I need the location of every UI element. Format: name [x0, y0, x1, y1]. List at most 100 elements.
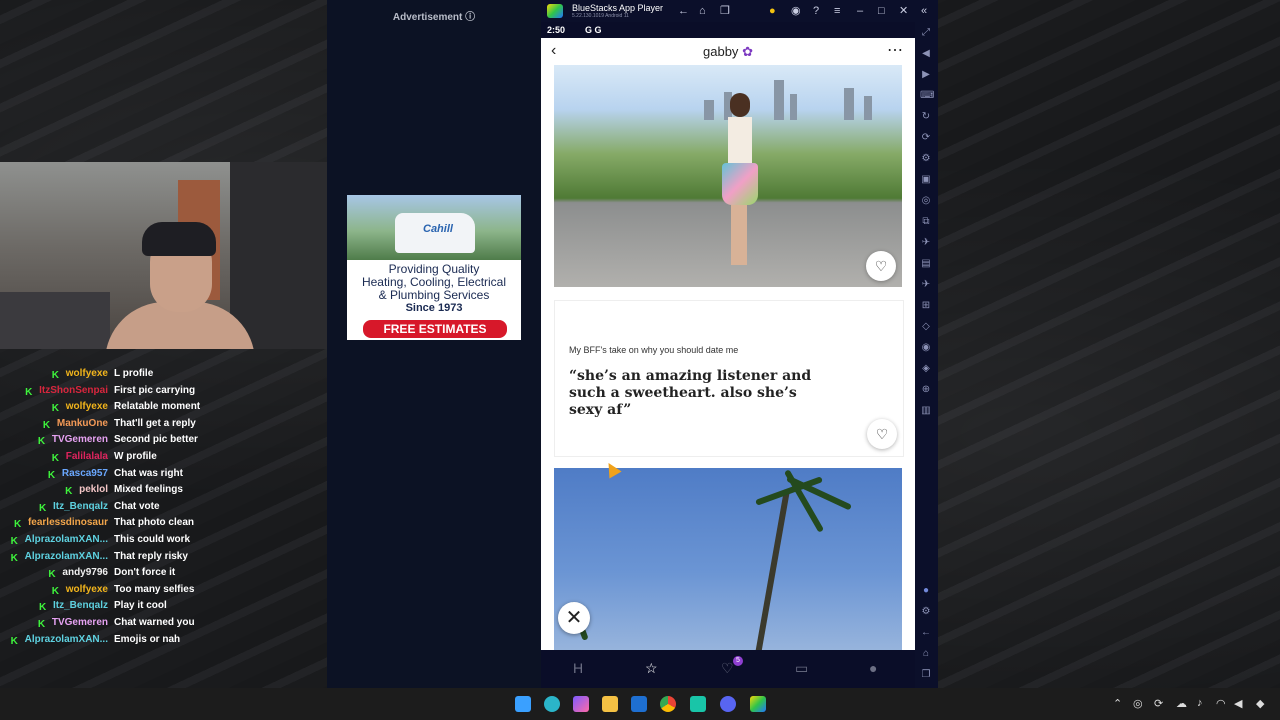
chat-username[interactable]: AlprazolamXAN...: [25, 534, 108, 545]
terminal-icon[interactable]: [690, 696, 706, 712]
chat-message: Kfearlessdinosaur That photo clean: [0, 517, 330, 534]
standouts-star-icon[interactable]: ☆: [645, 660, 658, 677]
chat-message: K TVGemeren Second pic better: [0, 434, 330, 451]
bluestacks-sidebar: ⤢ ◀ ▶ ⌨ ↻ ⟳ ⚙ ▣ ◎ ⧉ ✈ ▤ ✈ ⊞ ◇ ◉ ◈ ⊕ ▥ ● …: [915, 22, 938, 688]
status-icons: G G: [585, 25, 602, 35]
close-icon[interactable]: ✕: [899, 5, 908, 17]
like-prompt-button[interactable]: ♡: [867, 419, 897, 449]
chat-username[interactable]: MankuOne: [57, 418, 108, 429]
android-recents-icon[interactable]: ❐: [920, 669, 932, 681]
chat-message: K AlprazolamXAN... This could work: [0, 534, 330, 551]
coins-icon[interactable]: ●: [769, 5, 776, 17]
tray-cloud-icon[interactable]: ☁: [1176, 697, 1187, 710]
chat-username[interactable]: wolfyexe: [66, 368, 108, 379]
controls-icon[interactable]: ⊕: [920, 384, 932, 396]
chat-message: Kpeklol Mixed feelings: [0, 484, 330, 501]
tray-sync-icon[interactable]: ⟳: [1154, 697, 1163, 710]
back-icon[interactable]: ←: [678, 5, 689, 17]
volume-icon[interactable]: ◀: [920, 48, 932, 60]
messages-icon[interactable]: ▭: [795, 660, 808, 677]
profile-name: gabby ✿: [703, 44, 753, 59]
wifi-icon[interactable]: ◠: [1216, 697, 1226, 710]
bluestacks-taskbar-icon[interactable]: [750, 696, 766, 712]
resize-icon[interactable]: ⊞: [920, 300, 932, 312]
chat-username[interactable]: ItzShonSenpai: [39, 385, 108, 396]
chat-text: Mixed feelings: [114, 484, 183, 496]
info-icon[interactable]: ⓘ: [465, 12, 475, 23]
chat-badge-icon: K: [38, 602, 47, 614]
chat-text: Relatable moment: [114, 401, 201, 413]
profile-avatar-icon[interactable]: ●: [869, 660, 877, 676]
chat-username[interactable]: wolfyexe: [66, 401, 108, 412]
discord-taskbar-icon[interactable]: [720, 696, 736, 712]
chat-message: Kandy9796 Don't force it: [0, 567, 330, 584]
discord-icon[interactable]: ●: [920, 585, 932, 597]
chat-badge-icon: K: [38, 502, 47, 514]
likes-heart-icon[interactable]: ♡: [721, 660, 734, 677]
settings-icon[interactable]: ⚙: [920, 606, 932, 618]
sidebar-panel-icon[interactable]: ▥: [920, 405, 932, 417]
multi-instance-icon[interactable]: ❐: [720, 5, 730, 17]
likes-count-badge: 5: [733, 656, 743, 666]
chat-text: That reply risky: [114, 550, 188, 562]
tray-app-icon[interactable]: ◎: [1133, 697, 1143, 710]
collapse-sidebar-icon[interactable]: «: [921, 5, 927, 17]
chat-username[interactable]: peklol: [79, 484, 108, 495]
keyboard-icon[interactable]: ⌨: [920, 90, 934, 102]
hinge-logo-icon[interactable]: H: [573, 660, 583, 676]
chat-username[interactable]: Falilalala: [66, 451, 108, 462]
chat-text: This could work: [114, 533, 191, 545]
chat-username[interactable]: TVGemeren: [52, 434, 108, 445]
chat-username[interactable]: Itz_Benqalz: [53, 600, 108, 611]
erase-icon[interactable]: ◇: [920, 321, 932, 333]
tray-chevron-icon[interactable]: ⌃: [1113, 697, 1122, 710]
folder-icon[interactable]: ▤: [920, 258, 932, 270]
home-icon[interactable]: ⌂: [699, 5, 706, 17]
screenshot-icon[interactable]: ▣: [920, 174, 932, 186]
layers-icon[interactable]: ◈: [920, 363, 932, 375]
minimize-icon[interactable]: –: [857, 5, 863, 17]
maximize-icon[interactable]: □: [878, 5, 885, 17]
ad-banner[interactable]: Cahill Providing Quality Heating, Coolin…: [347, 195, 521, 340]
free-estimates-button[interactable]: FREE ESTIMATES: [363, 320, 507, 338]
android-home-icon[interactable]: ⌂: [920, 648, 932, 660]
more-options-icon[interactable]: ⋯: [887, 40, 903, 60]
like-photo-button[interactable]: ♡: [866, 251, 896, 281]
macro-icon[interactable]: ⚙: [920, 153, 932, 165]
chat-username[interactable]: AlprazolamXAN...: [25, 551, 108, 562]
outlook-icon[interactable]: [631, 696, 647, 712]
file-explorer-icon[interactable]: [602, 696, 618, 712]
record-icon[interactable]: ◎: [920, 195, 932, 207]
edge-icon[interactable]: [544, 696, 560, 712]
chat-badge-icon: K: [51, 370, 59, 381]
bluestacks-logo-icon: [547, 4, 563, 18]
chat-username[interactable]: Rasca957: [62, 468, 108, 479]
fullscreen-icon[interactable]: ⤢: [920, 27, 932, 39]
chat-username[interactable]: andy9796: [62, 567, 108, 578]
windows-start-icon[interactable]: [515, 696, 531, 712]
account-icon[interactable]: ◉: [791, 5, 801, 17]
chat-username[interactable]: wolfyexe: [66, 584, 108, 595]
chat-username[interactable]: TVGemeren: [52, 617, 108, 628]
sync-icon[interactable]: ⟳: [920, 132, 932, 144]
notification-icon[interactable]: ◆: [1256, 697, 1264, 710]
microphone-icon[interactable]: ♪: [1197, 697, 1203, 709]
help-icon[interactable]: ?: [813, 5, 819, 17]
airplane-icon[interactable]: ✈: [920, 279, 932, 291]
speaker-icon[interactable]: ◀: [1234, 697, 1242, 710]
location-icon[interactable]: ◉: [920, 342, 932, 354]
chat-username[interactable]: AlprazolamXAN...: [25, 634, 108, 645]
eco-mode-icon[interactable]: ✈: [920, 237, 932, 249]
media-icon[interactable]: ▶: [920, 69, 932, 81]
chat-username[interactable]: Itz_Benqalz: [53, 501, 108, 512]
pass-button[interactable]: ✕: [558, 602, 590, 634]
menu-icon[interactable]: ≡: [834, 5, 840, 17]
chat-username[interactable]: fearlessdinosaur: [28, 517, 108, 528]
copilot-icon[interactable]: [573, 696, 589, 712]
android-back-icon[interactable]: ←: [920, 627, 932, 639]
chrome-icon[interactable]: [660, 696, 676, 712]
webcam-feed: [0, 162, 331, 349]
screen-record-icon[interactable]: ⧉: [920, 216, 932, 228]
prompt-question: My BFF's take on why you should date me: [569, 345, 739, 355]
rotate-icon[interactable]: ↻: [920, 111, 932, 123]
